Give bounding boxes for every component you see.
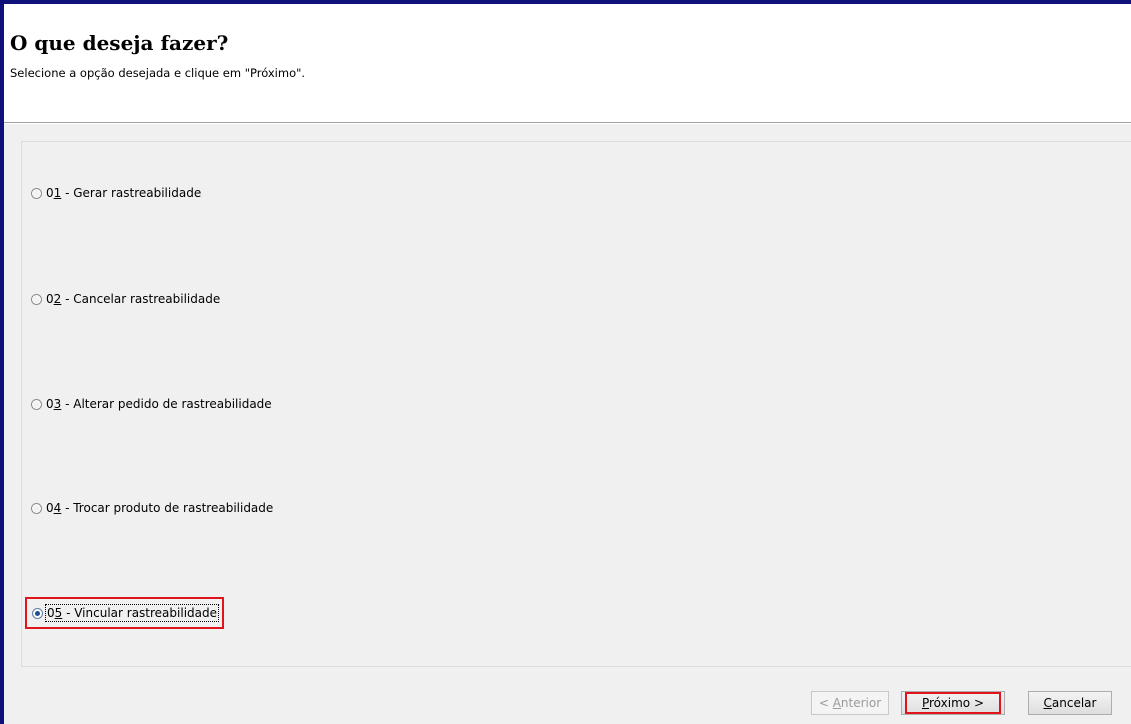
radio-dot-icon <box>35 610 40 616</box>
radio-button[interactable] <box>31 398 42 410</box>
radio-button[interactable] <box>31 293 42 305</box>
radio-button[interactable] <box>31 187 42 199</box>
option-trocar-produto[interactable]: 04 - Trocar produto de rastreabilidade <box>31 498 273 518</box>
option-label: 04 - Trocar produto de rastreabilidade <box>46 501 274 515</box>
option-cancelar-rastreabilidade[interactable]: 02 - Cancelar rastreabilidade <box>31 289 220 309</box>
option-label: 05 - Vincular rastreabilidade <box>44 604 220 622</box>
radio-button[interactable] <box>31 502 42 514</box>
option-label: 03 - Alterar pedido de rastreabilidade <box>46 397 272 411</box>
option-gerar-rastreabilidade[interactable]: 01 - Gerar rastreabilidade <box>31 183 201 203</box>
options-panel: 01 - Gerar rastreabilidade 02 - Cancelar… <box>21 141 1131 667</box>
anterior-button[interactable]: < Anterior <box>811 691 889 715</box>
proximo-button[interactable]: Próximo > <box>901 691 1005 715</box>
proximo-highlight: Próximo > <box>905 692 1001 714</box>
option-vincular-rastreabilidade[interactable]: 05 - Vincular rastreabilidade <box>25 597 225 629</box>
wizard-header: O que deseja fazer? Selecione a opção de… <box>4 4 1131 121</box>
option-label: 01 - Gerar rastreabilidade <box>46 186 202 200</box>
option-alterar-pedido[interactable]: 03 - Alterar pedido de rastreabilidade <box>31 394 272 414</box>
cancelar-button[interactable]: Cancelar <box>1028 691 1112 715</box>
page-title: O que deseja fazer? <box>10 31 229 55</box>
radio-button-selected[interactable] <box>32 607 43 619</box>
page-subtitle: Selecione a opção desejada e clique em "… <box>10 66 306 80</box>
option-label: 02 - Cancelar rastreabilidade <box>46 292 221 306</box>
wizard-body: 01 - Gerar rastreabilidade 02 - Cancelar… <box>4 124 1131 724</box>
